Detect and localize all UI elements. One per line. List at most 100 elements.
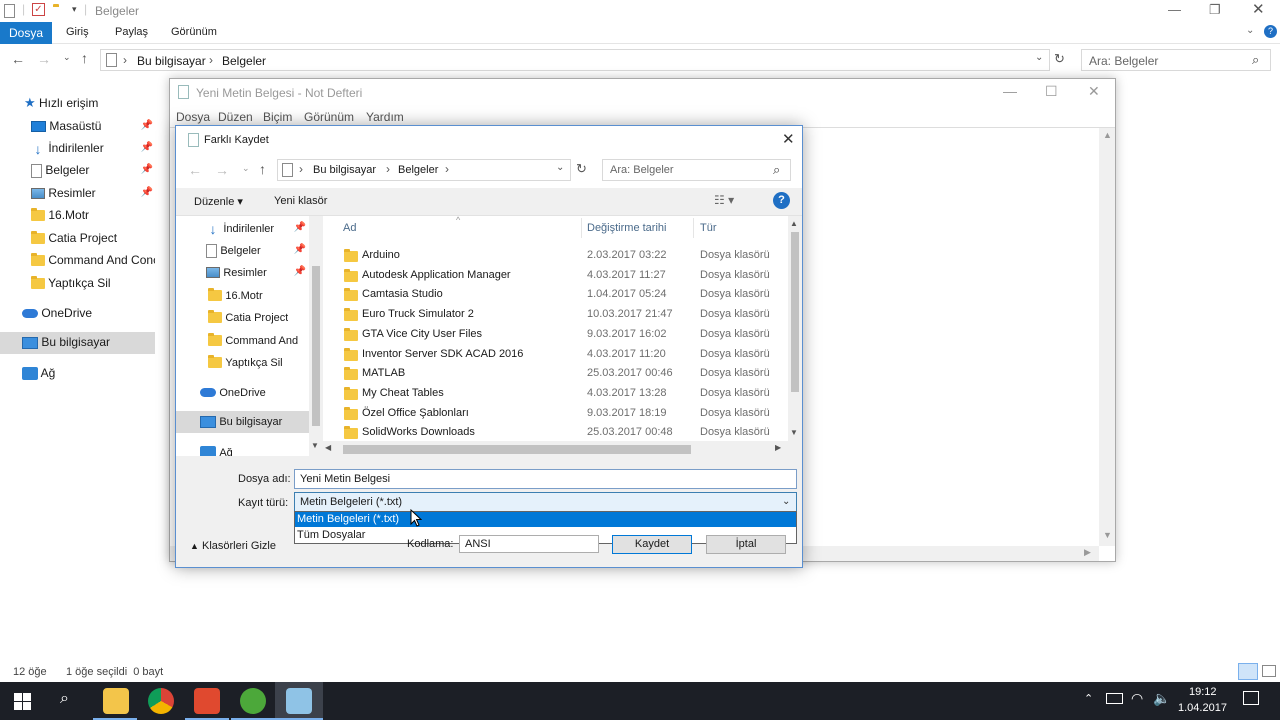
search-icon[interactable]: ⌕ bbox=[1252, 52, 1259, 68]
sidebar-item-downloads[interactable]: ↓ İndirilenler 📌 bbox=[31, 138, 154, 158]
forward-icon[interactable]: → bbox=[37, 51, 51, 67]
sidebar-network[interactable]: Ağ bbox=[22, 363, 55, 383]
nav-item-onedrive[interactable]: OneDrive bbox=[200, 382, 266, 402]
file-row[interactable]: Inventor Server SDK ACAD 2016 4.03.2017 1… bbox=[323, 345, 793, 365]
filetype-select[interactable]: Metin Belgeleri (*.txt) ⌄ bbox=[294, 492, 797, 512]
file-row[interactable]: GTA Vice City User Files 9.03.2017 16:02 D… bbox=[323, 325, 793, 345]
notepad-close-button[interactable]: ✕ bbox=[1088, 83, 1100, 100]
file-list-hscroll[interactable]: ◀ ▶ bbox=[323, 441, 802, 457]
nav-item-16motr[interactable]: 16.Motr bbox=[208, 285, 263, 305]
notifications-icon[interactable] bbox=[1243, 691, 1259, 705]
sidebar-this-pc[interactable]: Bu bilgisayar bbox=[0, 332, 155, 354]
maximize-button[interactable]: ❐ bbox=[1209, 2, 1221, 18]
scroll-down-icon[interactable]: ▼ bbox=[1103, 530, 1112, 540]
refresh-icon[interactable]: ↻ bbox=[576, 161, 587, 177]
sidebar-item-desktop[interactable]: Masaüstü 📌 bbox=[31, 116, 153, 136]
nav-item-network[interactable]: Ağ bbox=[200, 442, 233, 456]
details-view-icon[interactable] bbox=[1238, 663, 1258, 680]
option-text-files[interactable]: Metin Belgeleri (*.txt) bbox=[295, 512, 796, 527]
file-row[interactable]: Arduino 2.03.2017 03:22 Dosya klasörü bbox=[323, 246, 793, 266]
file-row[interactable]: MATLAB 25.03.2017 00:46 Dosya klasörü bbox=[323, 364, 793, 384]
menu-edit[interactable]: Düzen bbox=[218, 110, 253, 124]
file-row[interactable]: SolidWorks Downloads 25.03.2017 00:48 Dosy… bbox=[323, 423, 793, 441]
volume-icon[interactable]: 🔈 bbox=[1153, 690, 1170, 707]
nav-item-pictures[interactable]: Resimler 📌 bbox=[206, 262, 306, 282]
back-icon[interactable]: ← bbox=[11, 51, 25, 67]
menu-view[interactable]: Görünüm bbox=[304, 110, 354, 124]
nav-pane-vscroll[interactable]: ▼ bbox=[309, 216, 323, 456]
nav-item-catia[interactable]: Catia Project bbox=[208, 307, 288, 327]
address-dropdown-icon[interactable]: ⌄ bbox=[1035, 52, 1043, 63]
quick-toolbar-dropdown-icon[interactable]: ▾ bbox=[72, 4, 77, 15]
column-date[interactable]: Değiştirme tarihi bbox=[587, 222, 666, 234]
file-row[interactable]: Camtasia Studio 1.04.2017 05:24 Dosya klas… bbox=[323, 285, 793, 305]
sidebar-item-pictures[interactable]: Resimler 📌 bbox=[31, 183, 153, 203]
chrome-taskbar-icon[interactable] bbox=[148, 688, 174, 714]
sidebar-onedrive[interactable]: OneDrive bbox=[22, 303, 92, 323]
scroll-right-icon[interactable]: ▶ bbox=[775, 443, 781, 452]
sidebar-item-16motr[interactable]: 16.Motr bbox=[31, 205, 153, 225]
file-row[interactable]: Özel Office Şablonları 9.03.2017 18:19 Dos… bbox=[323, 404, 793, 424]
crumb-this-pc[interactable]: Bu bilgisayar bbox=[313, 164, 376, 176]
forward-icon[interactable]: → bbox=[215, 162, 229, 178]
ribbon-expand-icon[interactable]: ⌄ bbox=[1246, 25, 1254, 36]
crumb-documents[interactable]: Belgeler bbox=[222, 54, 266, 68]
menu-help[interactable]: Yardım bbox=[366, 110, 404, 124]
address-dropdown-icon[interactable]: ⌄ bbox=[556, 162, 564, 173]
nav-item-command[interactable]: Command And bbox=[208, 330, 308, 350]
notepad-minimize-button[interactable]: — bbox=[1003, 83, 1017, 99]
encoding-select[interactable]: ANSI bbox=[459, 535, 599, 553]
utorrent-taskbar-icon[interactable] bbox=[240, 688, 266, 714]
column-divider[interactable] bbox=[693, 218, 694, 238]
tab-file[interactable]: Dosya bbox=[0, 22, 52, 44]
scroll-down-icon[interactable]: ▼ bbox=[790, 428, 798, 437]
file-row[interactable]: My Cheat Tables 4.03.2017 13:28 Dosya klas… bbox=[323, 384, 793, 404]
search-icon[interactable]: ⌕ bbox=[60, 690, 69, 708]
scroll-thumb[interactable] bbox=[312, 266, 320, 426]
menu-file[interactable]: Dosya bbox=[176, 110, 210, 124]
up-icon[interactable]: ↑ bbox=[81, 50, 88, 66]
back-icon[interactable]: ← bbox=[188, 162, 202, 178]
column-name[interactable]: Ad bbox=[343, 222, 356, 234]
clock-date[interactable]: 1.04.2017 bbox=[1178, 702, 1227, 714]
tab-share[interactable]: Paylaş bbox=[115, 26, 148, 38]
scroll-thumb[interactable] bbox=[791, 232, 799, 392]
new-folder-button[interactable]: Yeni klasör bbox=[274, 195, 327, 207]
scroll-up-icon[interactable]: ▲ bbox=[790, 219, 798, 228]
refresh-icon[interactable]: ↻ bbox=[1054, 51, 1065, 67]
explorer-search[interactable]: Ara: Belgeler ⌕ bbox=[1081, 49, 1271, 71]
wifi-icon[interactable]: ◠ bbox=[1131, 690, 1143, 707]
crumb-documents[interactable]: Belgeler bbox=[398, 164, 438, 176]
sidebar-item-catia[interactable]: Catia Project bbox=[31, 228, 153, 248]
file-list-vscroll[interactable]: ▲ ▼ bbox=[788, 216, 802, 441]
scroll-left-icon[interactable]: ◀ bbox=[325, 443, 331, 452]
minimize-button[interactable]: — bbox=[1168, 2, 1181, 17]
hide-folders-button[interactable]: ▲ Klasörleri Gizle bbox=[190, 540, 276, 552]
column-type[interactable]: Tür bbox=[700, 222, 717, 234]
search-icon[interactable]: ⌕ bbox=[773, 162, 780, 178]
help-icon[interactable]: ? bbox=[1264, 25, 1277, 38]
column-divider[interactable] bbox=[581, 218, 582, 238]
notepad-maximize-button[interactable]: ☐ bbox=[1045, 83, 1058, 100]
sidebar-item-command[interactable]: Command And Conc bbox=[31, 250, 155, 270]
tray-chevron-up-icon[interactable]: ⌃ bbox=[1084, 692, 1093, 705]
scroll-up-icon[interactable]: ▲ bbox=[1103, 130, 1112, 140]
recent-dropdown-icon[interactable]: ⌄ bbox=[242, 163, 250, 174]
dialog-close-button[interactable]: ✕ bbox=[782, 130, 795, 148]
scroll-right-icon[interactable]: ▶ bbox=[1084, 547, 1091, 558]
notepad-taskbar-icon[interactable] bbox=[286, 688, 312, 714]
nav-item-documents[interactable]: Belgeler 📌 bbox=[206, 240, 306, 260]
start-button[interactable] bbox=[14, 693, 31, 710]
nav-item-this-pc[interactable]: Bu bilgisayar bbox=[176, 411, 310, 433]
nav-item-downloads[interactable]: ↓ İndirilenler 📌 bbox=[206, 218, 307, 238]
tab-view[interactable]: Görünüm bbox=[171, 26, 217, 38]
battery-icon[interactable] bbox=[1106, 693, 1123, 704]
dialog-search[interactable]: Ara: Belgeler ⌕ bbox=[602, 159, 791, 181]
organize-button[interactable]: Düzenle ▾ bbox=[194, 195, 243, 208]
address-box[interactable]: › Bu bilgisayar › Belgeler ⌄ bbox=[100, 49, 1050, 71]
up-icon[interactable]: ↑ bbox=[259, 161, 266, 177]
scroll-down-icon[interactable]: ▼ bbox=[311, 441, 319, 450]
save-button[interactable]: Kaydet bbox=[612, 535, 692, 554]
file-row[interactable]: Autodesk Application Manager 4.03.2017 11… bbox=[323, 266, 793, 286]
large-icons-view-icon[interactable] bbox=[1262, 665, 1276, 677]
